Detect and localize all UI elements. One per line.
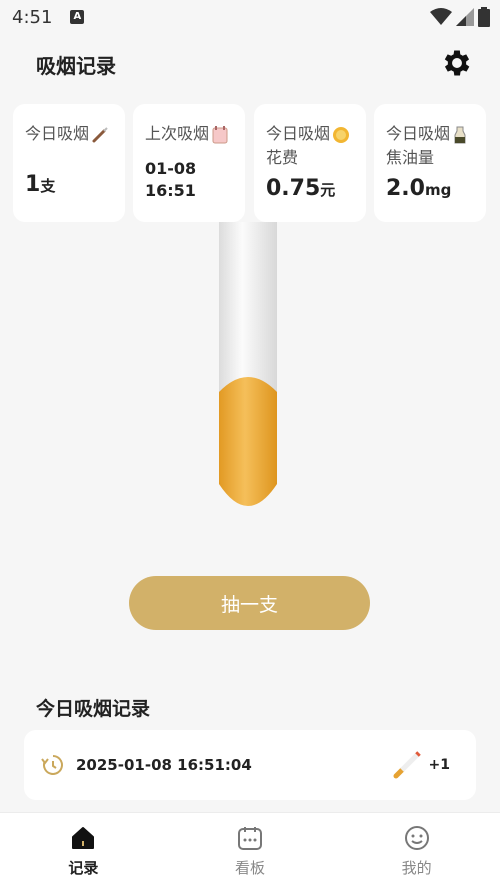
stat-value: 0.75 [266, 176, 321, 201]
bottom-navigation: 记录 看板 我的 [0, 812, 500, 888]
tar-icon [454, 126, 466, 143]
settings-button[interactable] [438, 44, 476, 82]
stat-value-time: 16:51 [145, 181, 196, 200]
tab-label: 我的 [401, 859, 432, 877]
tab-dashboard[interactable]: 看板 [167, 813, 334, 888]
stat-label: 今日吸烟 [386, 124, 451, 143]
signal-icon [456, 8, 474, 26]
tab-label: 记录 [68, 859, 99, 877]
history-icon [41, 755, 63, 775]
stat-label: 今日吸烟 [266, 124, 331, 143]
records-section-title: 今日吸烟记录 [36, 698, 151, 720]
stat-value: 2.0 [386, 176, 425, 201]
cigarette-illustration [219, 222, 277, 506]
wifi-icon [430, 8, 452, 25]
smoke-one-button[interactable]: 抽一支 [129, 576, 370, 630]
list-item[interactable]: 2025-01-08 16:51:04 +1 [24, 730, 476, 800]
stat-card-today-count: 今日吸烟 1支 [13, 104, 125, 222]
tab-label: 看板 [235, 859, 266, 877]
stat-label-sub: 花费 [266, 148, 299, 167]
tab-profile[interactable]: 我的 [333, 813, 500, 888]
record-datetime: 2025-01-08 16:51:04 [76, 756, 252, 774]
calendar-icon [238, 827, 262, 850]
stat-value: 1 [25, 172, 41, 197]
status-time: 4:51 [12, 6, 53, 28]
cigarette-icon [393, 751, 421, 779]
stat-unit: 支 [40, 177, 56, 195]
tab-records[interactable]: 记录 [0, 813, 167, 888]
status-bar: 4:51 A [0, 0, 500, 34]
stat-card-today-cost: 今日吸烟 花费 0.75元 [254, 104, 366, 222]
stat-card-last-smoke: 上次吸烟 01-08 16:51 [133, 104, 245, 222]
coin-icon [333, 126, 350, 143]
stat-value-date: 01-08 [145, 159, 197, 178]
gear-icon [444, 50, 470, 76]
stat-label: 今日吸烟 [25, 124, 90, 143]
battery-icon [478, 7, 490, 27]
stat-unit: mg [424, 181, 452, 199]
home-icon [72, 827, 95, 849]
cigarette-filter [219, 377, 277, 506]
smile-icon [404, 826, 429, 850]
page-title: 吸烟记录 [36, 54, 116, 78]
record-count: +1 [428, 757, 450, 773]
status-icons [430, 7, 490, 27]
stat-unit: 元 [320, 181, 336, 199]
calendar-icon [212, 125, 228, 143]
app-notification-icon: A [70, 10, 85, 24]
stat-label-sub: 焦油量 [386, 148, 435, 167]
stat-card-today-tar: 今日吸烟 焦油量 2.0mg [374, 104, 486, 222]
cigarette-icon [92, 126, 108, 142]
stat-label: 上次吸烟 [145, 124, 210, 143]
